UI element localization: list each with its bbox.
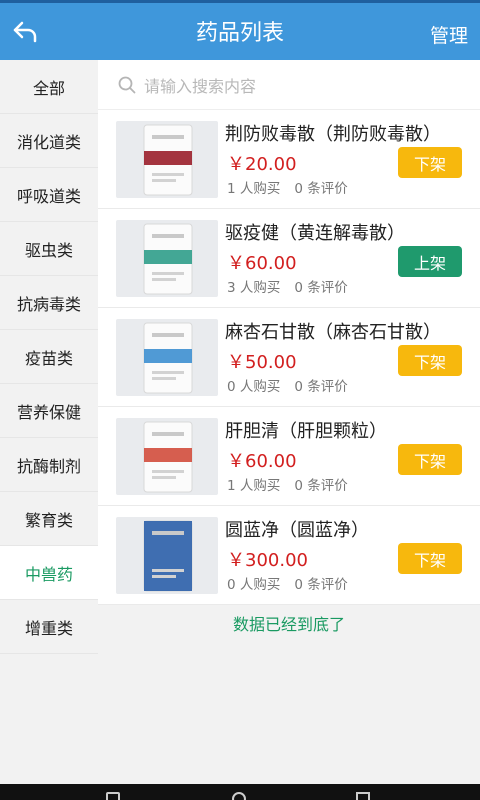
buyer-count: 0 人购买 (227, 577, 281, 593)
sidebar-item[interactable]: 消化道类 (0, 114, 98, 168)
product-thumbnail (116, 220, 218, 297)
buyer-count: 1 人购买 (227, 478, 281, 494)
sidebar-item[interactable]: 疫苗类 (0, 330, 98, 384)
product-name: 肝胆清（肝胆颗粒） (225, 421, 387, 442)
product-stats: 1 人购买 0 条评价 (227, 474, 348, 494)
sidebar-item[interactable]: 繁育类 (0, 492, 98, 546)
review-count: 0 条评价 (294, 280, 348, 296)
product-name: 麻杏石甘散（麻杏石甘散） (225, 322, 441, 343)
sidebar-item[interactable]: 抗酶制剂 (0, 438, 98, 492)
product-stats: 0 人购买 0 条评价 (227, 573, 348, 593)
product-price: ￥60.00 (227, 451, 297, 472)
search-bar[interactable]: 请输入搜索内容 (98, 60, 480, 110)
shelf-toggle-button[interactable]: 下架 (398, 444, 462, 475)
shelf-toggle-button[interactable]: 下架 (398, 543, 462, 574)
sidebar-item[interactable]: 驱虫类 (0, 222, 98, 276)
search-icon (118, 76, 136, 93)
product-stats: 0 人购买 0 条评价 (227, 375, 348, 395)
system-nav-bar (0, 784, 480, 800)
product-price: ￥50.00 (227, 352, 297, 373)
back-button[interactable] (8, 15, 42, 49)
buyer-count: 3 人购买 (227, 280, 281, 296)
buyer-count: 0 人购买 (227, 379, 281, 395)
category-sidebar: 全部 消化道类 呼吸道类 驱虫类 抗病毒类 疫苗类 营养保健 抗酶制剂 繁育类 中兽药 增重类 (0, 60, 98, 784)
product-name: 圆蓝净（圆蓝净） (225, 520, 369, 541)
back-arrow-icon (13, 21, 37, 43)
review-count: 0 条评价 (294, 577, 348, 593)
product-row[interactable]: 荆防败毒散（荆防败毒散） ￥20.00 1 人购买 0 条评价 下架 (98, 110, 480, 209)
product-thumbnail (116, 418, 218, 495)
product-price: ￥20.00 (227, 154, 297, 175)
manage-button[interactable]: 管理 (430, 21, 468, 48)
search-input[interactable]: 请输入搜索内容 (144, 73, 256, 97)
buyer-count: 1 人购买 (227, 181, 281, 197)
review-count: 0 条评价 (294, 379, 348, 395)
sidebar-item[interactable]: 增重类 (0, 600, 98, 654)
product-thumbnail (116, 517, 218, 594)
product-row[interactable]: 圆蓝净（圆蓝净） ￥300.00 0 人购买 0 条评价 下架 (98, 506, 480, 605)
nav-home-icon[interactable] (232, 792, 246, 800)
review-count: 0 条评价 (294, 478, 348, 494)
shelf-toggle-button[interactable]: 下架 (398, 345, 462, 376)
product-stats: 1 人购买 0 条评价 (227, 177, 348, 197)
list-end-text: 数据已经到底了 (232, 615, 345, 634)
product-thumbnail (116, 319, 218, 396)
product-list: 荆防败毒散（荆防败毒散） ￥20.00 1 人购买 0 条评价 下架 驱疫健（黄连解毒散）… (98, 110, 480, 605)
sidebar-item[interactable]: 全部 (0, 60, 98, 114)
product-price: ￥300.00 (227, 550, 308, 571)
product-stats: 3 人购买 0 条评价 (227, 276, 348, 296)
review-count: 0 条评价 (294, 181, 348, 197)
product-row[interactable]: 肝胆清（肝胆颗粒） ￥60.00 1 人购买 0 条评价 下架 (98, 407, 480, 506)
header-bar: 药品列表 管理 (0, 3, 480, 60)
product-thumbnail (116, 121, 218, 198)
product-name: 荆防败毒散（荆防败毒散） (225, 124, 441, 145)
sidebar-item[interactable]: 中兽药 (0, 546, 98, 600)
product-row[interactable]: 麻杏石甘散（麻杏石甘散） ￥50.00 0 人购买 0 条评价 下架 (98, 308, 480, 407)
shelf-toggle-button[interactable]: 上架 (398, 246, 462, 277)
product-price: ￥60.00 (227, 253, 297, 274)
sidebar-item[interactable]: 呼吸道类 (0, 168, 98, 222)
shelf-toggle-button[interactable]: 下架 (398, 147, 462, 178)
nav-back-icon[interactable] (106, 792, 120, 800)
sidebar-item[interactable]: 抗病毒类 (0, 276, 98, 330)
product-row[interactable]: 驱疫健（黄连解毒散） ￥60.00 3 人购买 0 条评价 上架 (98, 209, 480, 308)
page-title: 药品列表 (195, 21, 284, 46)
sidebar-item[interactable]: 营养保健 (0, 384, 98, 438)
product-name: 驱疫健（黄连解毒散） (225, 223, 405, 244)
product-panel: 请输入搜索内容 荆防败毒散（荆防败毒散） ￥20.00 1 人购买 0 条评价 下架 驱疫… (98, 60, 480, 784)
nav-recent-icon[interactable] (356, 792, 370, 800)
